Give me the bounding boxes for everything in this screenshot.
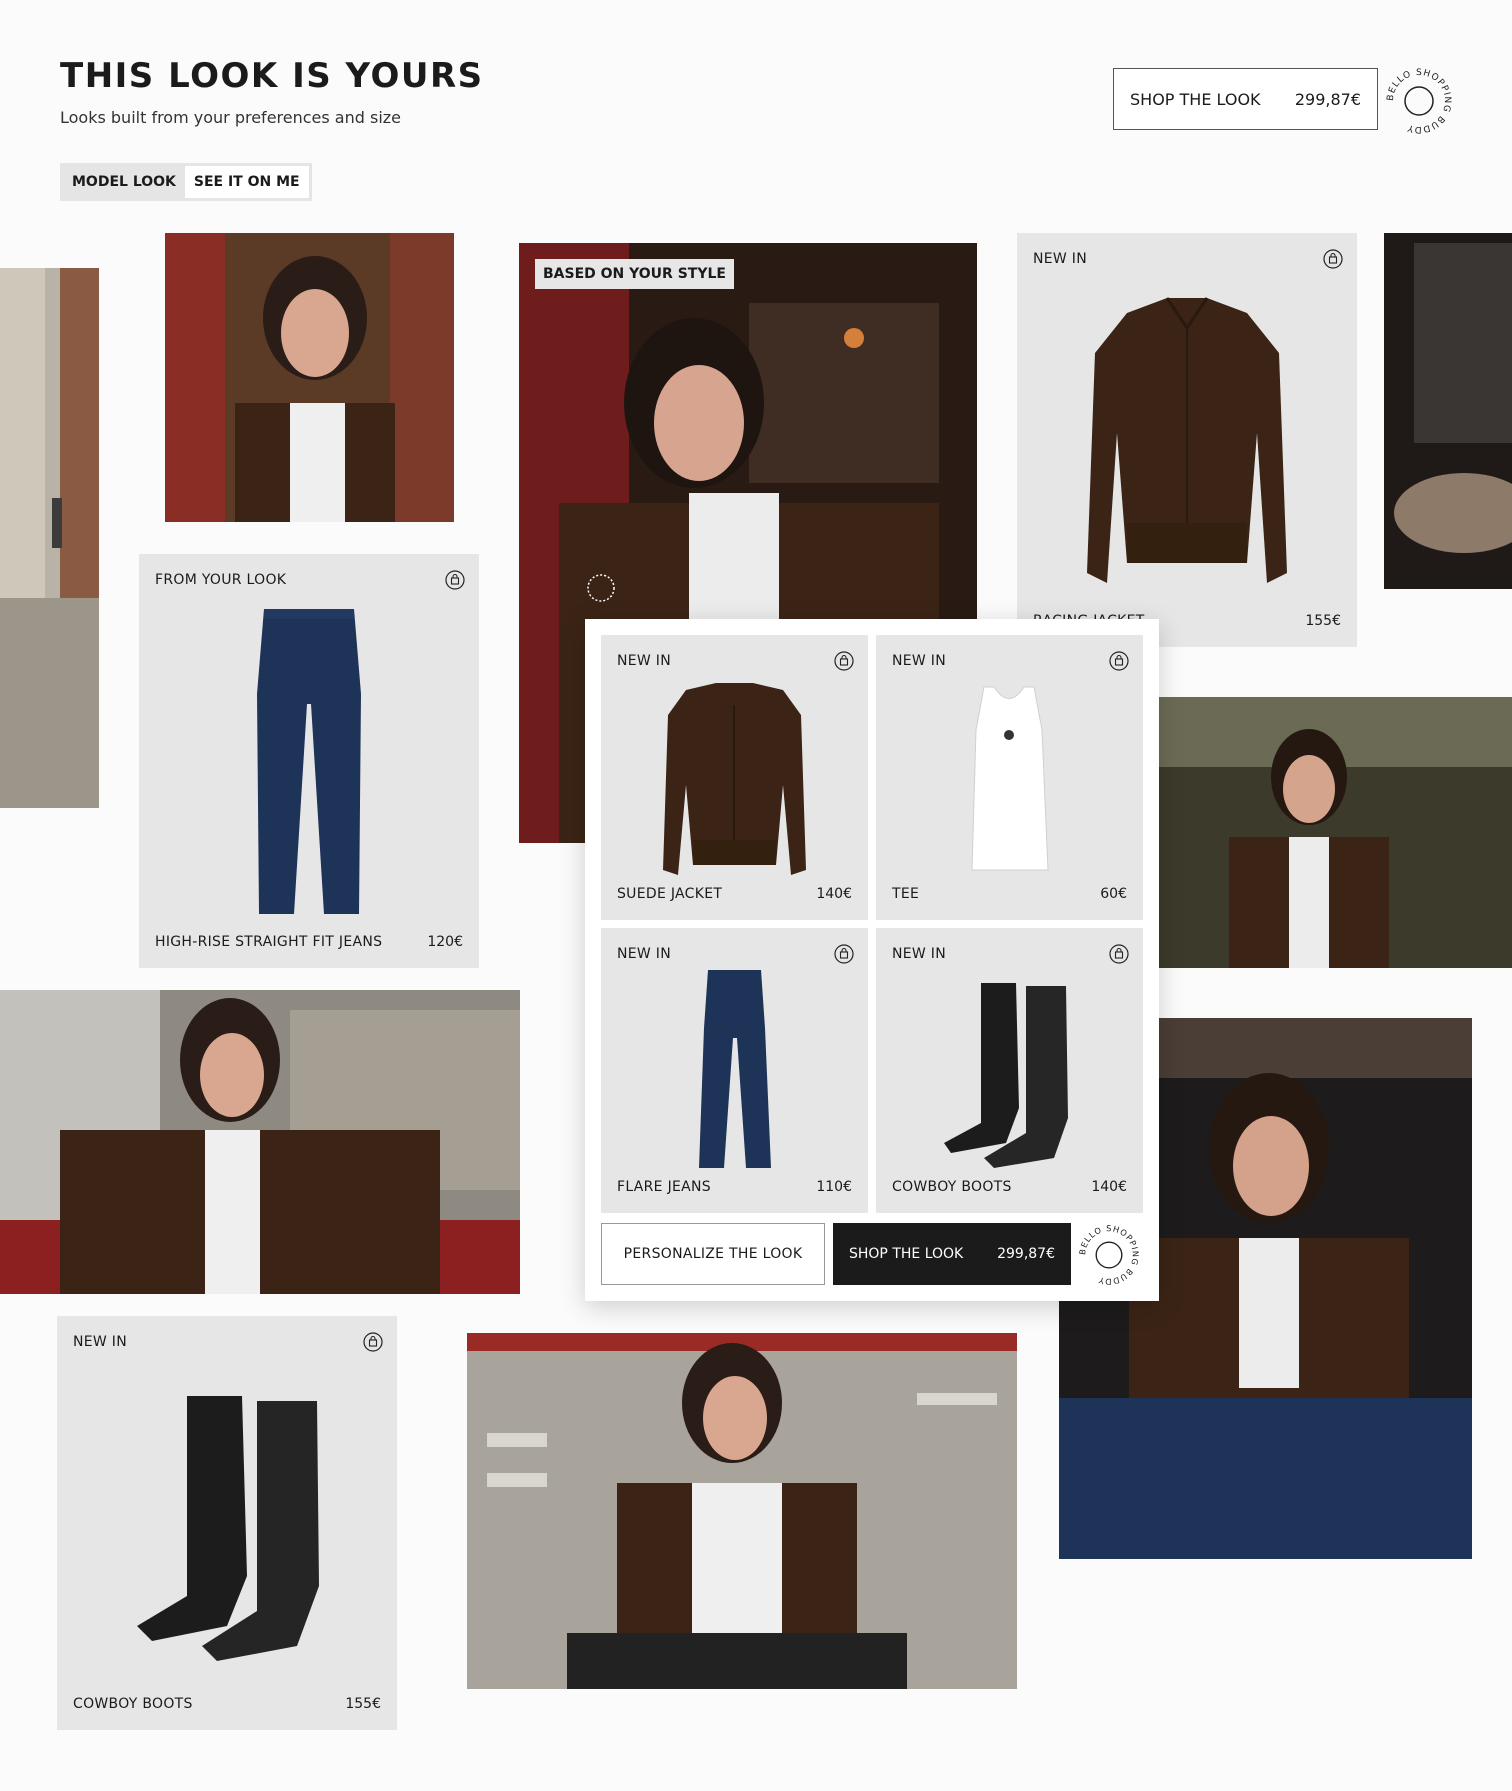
shopping-bag-icon[interactable] (363, 1332, 383, 1352)
shopping-bag-icon[interactable] (834, 944, 854, 964)
bus-photo (0, 990, 520, 1294)
shopping-bag-icon[interactable] (1109, 651, 1129, 671)
shopping-bag-icon[interactable] (1323, 249, 1343, 269)
card-price: 120€ (427, 934, 463, 950)
flare-jeans-image (601, 928, 868, 1213)
panel-cowboy-boots-image (876, 928, 1143, 1213)
subway-photo (1159, 697, 1512, 968)
card-price: 155€ (1305, 613, 1341, 629)
card-price: 60€ (1100, 886, 1127, 902)
suede-jacket-image (601, 635, 868, 920)
panel-item-flare-jeans[interactable]: NEW IN FLARE JEANS 110€ (601, 928, 868, 1213)
panel-shop-price: 299,87€ (997, 1246, 1055, 1262)
toggle-model-look[interactable]: MODEL LOOK (63, 166, 185, 198)
car-interior-photo (1384, 233, 1512, 589)
svg-text:BELLO SHOPPING BUDDY: BELLO SHOPPING BUDDY (1077, 1223, 1141, 1287)
cowboy-boots-image (57, 1316, 397, 1730)
card-name: FLARE JEANS (617, 1179, 711, 1195)
panel-item-suede-jacket[interactable]: NEW IN SUEDE JACKET 140€ (601, 635, 868, 920)
card-name: SUEDE JACKET (617, 886, 723, 902)
shop-the-look-price: 299,87€ (1294, 89, 1361, 109)
card-tag: NEW IN (892, 946, 947, 962)
card-name: COWBOY BOOTS (892, 1179, 1012, 1195)
panel-item-cowboy-boots[interactable]: NEW IN COWBOY BOOTS 140€ (876, 928, 1143, 1213)
panel-item-tee[interactable]: NEW IN TEE 60€ (876, 635, 1143, 920)
card-price: 140€ (816, 886, 852, 902)
toggle-see-it-on-me[interactable]: SEE IT ON ME (184, 166, 309, 198)
card-price: 110€ (816, 1179, 852, 1195)
card-tag: FROM YOUR LOOK (155, 572, 287, 588)
card-name: COWBOY BOOTS (73, 1696, 193, 1712)
page-title: THIS LOOK IS YOURS (60, 56, 484, 96)
svg-text:BELLO SHOPPING BUDDY: BELLO SHOPPING BUDDY (1386, 68, 1452, 134)
card-tag: NEW IN (892, 653, 947, 669)
card-tag: NEW IN (1033, 251, 1088, 267)
shop-the-look-button[interactable]: SHOP THE LOOK 299,87€ (1113, 68, 1378, 130)
model-photo-1 (165, 233, 454, 522)
card-price: 155€ (345, 1696, 381, 1712)
racing-jacket-image (1017, 233, 1357, 647)
panel-shop-the-look-button[interactable]: SHOP THE LOOK 299,87€ (833, 1223, 1071, 1285)
personalize-the-look-button[interactable]: PERSONALIZE THE LOOK (601, 1223, 825, 1285)
crosswalk-photo (467, 1333, 1017, 1689)
shop-the-look-panel: NEW IN SUEDE JACKET 140€ NEW IN TEE 60€ … (585, 619, 1159, 1301)
shopping-bag-icon[interactable] (445, 570, 465, 590)
card-price: 140€ (1091, 1179, 1127, 1195)
shop-the-look-label: SHOP THE LOOK (1130, 89, 1261, 109)
card-tag: NEW IN (73, 1334, 128, 1350)
card-tag: NEW IN (617, 946, 672, 962)
shopping-bag-icon[interactable] (834, 651, 854, 671)
card-name: HIGH-RISE STRAIGHT FIT JEANS (155, 934, 383, 950)
card-name: TEE (892, 886, 920, 902)
view-toggle: MODEL LOOK SEE IT ON ME (60, 163, 312, 201)
jeans-image (139, 554, 479, 968)
page-subtitle: Looks built from your preferences and si… (60, 108, 402, 127)
badge-text: BELLO SHOPPING BUDDY (1077, 1223, 1140, 1287)
panel-shop-label: SHOP THE LOOK (849, 1246, 964, 1262)
based-on-your-style-label: BASED ON YOUR STYLE (535, 259, 734, 289)
card-tag: NEW IN (617, 653, 672, 669)
street-photo-left (0, 268, 99, 808)
product-card-racing-jacket[interactable]: NEW IN RACING JACKET 155€ (1017, 233, 1357, 647)
tee-image (876, 635, 1143, 920)
bello-badge-icon: BELLO SHOPPING BUDDY (1077, 1223, 1141, 1287)
shopping-bag-icon[interactable] (1109, 944, 1129, 964)
bello-badge-icon: BELLO SHOPPING BUDDY (1384, 66, 1454, 136)
product-card-cowboy-boots[interactable]: NEW IN COWBOY BOOTS 155€ (57, 1316, 397, 1730)
badge-text: BELLO SHOPPING BUDDY (1386, 68, 1451, 134)
product-card-jeans[interactable]: FROM YOUR LOOK HIGH-RISE STRAIGHT FIT JE… (139, 554, 479, 968)
